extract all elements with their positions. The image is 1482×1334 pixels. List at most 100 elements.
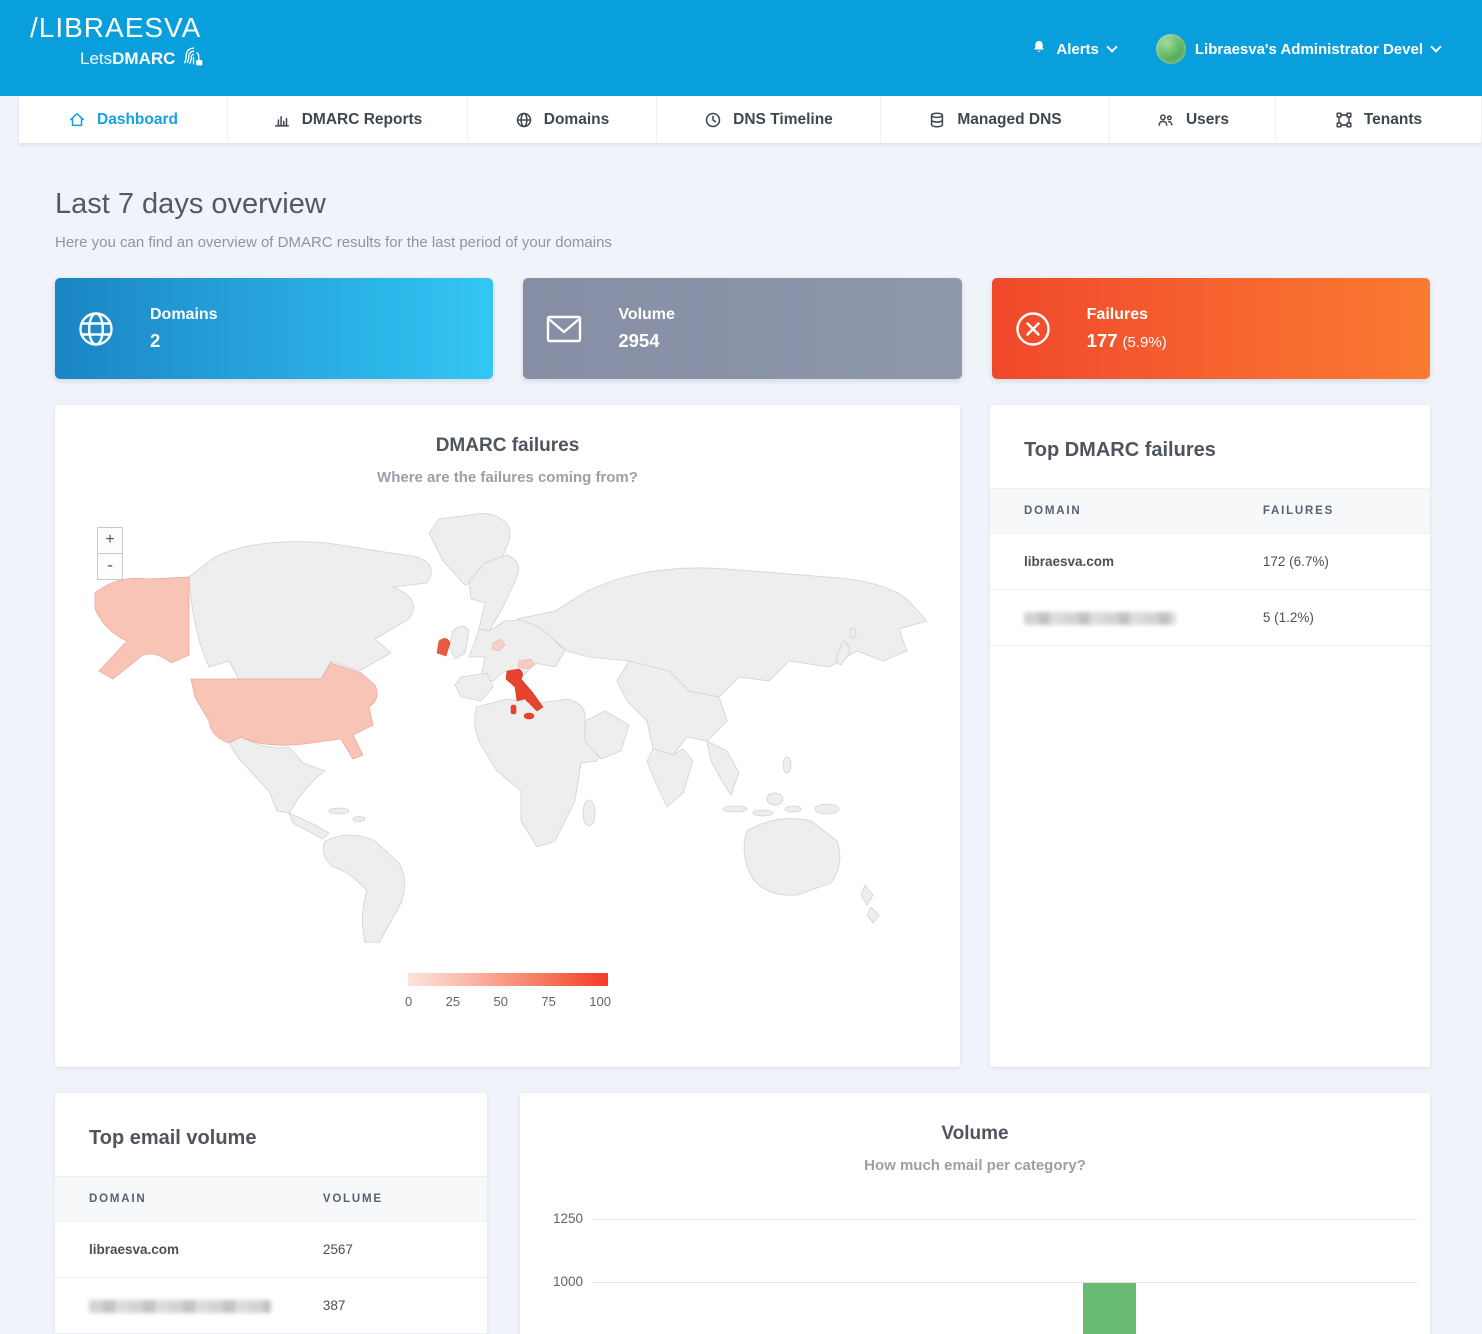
tab-domains[interactable]: Domains xyxy=(468,96,657,143)
stat-label: Volume xyxy=(618,306,675,324)
tenants-icon xyxy=(1335,111,1353,129)
volume-cell: 2567 xyxy=(323,1222,487,1278)
column-header-domain: DOMAIN xyxy=(55,1177,323,1222)
chevron-down-icon xyxy=(1430,41,1441,52)
top-email-volume-card: Top email volume DOMAIN VOLUME libraesva… xyxy=(55,1093,487,1334)
tab-label: Users xyxy=(1186,111,1229,129)
stat-label: Failures xyxy=(1087,306,1167,324)
domain-cell: libraesva.com xyxy=(55,1222,323,1278)
volume-cell: 387 xyxy=(323,1278,487,1334)
top-header: /LIBRAESVA LetsDMARC xyxy=(0,0,1482,96)
failures-cell: 172 (6.7%) xyxy=(1263,534,1430,590)
brand-logo: /LIBRAESVA LetsDMARC xyxy=(30,12,206,74)
fingerprint-icon xyxy=(181,44,206,74)
tab-label: Domains xyxy=(544,111,609,129)
stat-card-failures[interactable]: Failures 177 (5.9%) xyxy=(992,278,1430,379)
legend-gradient-bar xyxy=(408,973,608,986)
table-row[interactable]: libraesva.com 2567 xyxy=(55,1222,487,1278)
logo-dmarc: DMARC xyxy=(112,49,175,68)
tab-label: Managed DNS xyxy=(957,111,1061,129)
logo-lets: Lets xyxy=(80,49,112,68)
tab-label: DMARC Reports xyxy=(302,111,423,129)
legend-tick: 75 xyxy=(541,994,555,1009)
stats-row: Domains 2 Volume 2954 Failures 177 (5.9%) xyxy=(55,278,1430,379)
top-dmarc-failures-card: Top DMARC failures DOMAIN FAILURES libra… xyxy=(990,405,1430,1067)
legend-tick: 100 xyxy=(589,994,611,1009)
envelope-icon xyxy=(541,306,587,352)
tab-users[interactable]: Users xyxy=(1110,96,1276,143)
alerts-label: Alerts xyxy=(1056,41,1099,58)
tab-managed-dns[interactable]: Managed DNS xyxy=(881,96,1110,143)
volume-chart-card: Volume How much email per category? 1250… xyxy=(520,1093,1430,1334)
domain-cell-redacted xyxy=(55,1278,323,1334)
globe-icon xyxy=(73,306,119,352)
users-icon xyxy=(1156,111,1175,129)
map-subtitle: Where are the failures coming from? xyxy=(55,469,960,486)
stat-extra: (5.9%) xyxy=(1123,334,1167,351)
tab-label: Tenants xyxy=(1364,111,1422,129)
y-axis-tick: 1250 xyxy=(540,1211,583,1226)
map-title: DMARC failures xyxy=(55,405,960,457)
volume-bar[interactable] xyxy=(1083,1283,1136,1334)
stat-value: 2 xyxy=(150,330,218,352)
map-zoom-out-button[interactable]: - xyxy=(97,553,123,580)
column-header-domain: DOMAIN xyxy=(990,489,1263,534)
table-row[interactable]: libraesva.com 172 (6.7%) xyxy=(990,534,1430,590)
map-zoom-in-button[interactable]: + xyxy=(97,527,123,554)
alerts-menu[interactable]: Alerts xyxy=(1031,39,1116,60)
map-color-legend: 0 25 50 75 100 xyxy=(405,973,611,1009)
stat-card-domains[interactable]: Domains 2 xyxy=(55,278,493,379)
tab-dmarc-reports[interactable]: DMARC Reports xyxy=(228,96,468,143)
chevron-down-icon xyxy=(1106,41,1117,52)
home-icon xyxy=(68,111,86,129)
y-axis-tick: 1000 xyxy=(540,1274,583,1289)
stat-value: 2954 xyxy=(618,330,675,352)
logo-text: /LIBRAESVA xyxy=(30,12,206,44)
table-row[interactable]: 5 (1.2%) xyxy=(990,590,1430,646)
globe-icon xyxy=(515,111,533,129)
dmarc-failures-map-card: DMARC failures Where are the failures co… xyxy=(55,405,960,1067)
top-failures-title: Top DMARC failures xyxy=(990,439,1430,462)
bell-icon xyxy=(1031,39,1047,60)
page-subtitle: Here you can find an overview of DMARC r… xyxy=(55,234,1430,251)
stat-value: 177 xyxy=(1087,330,1118,351)
column-header-failures: FAILURES xyxy=(1263,489,1430,534)
volume-chart-title: Volume xyxy=(520,1093,1430,1145)
tab-label: Dashboard xyxy=(97,111,178,129)
tab-label: DNS Timeline xyxy=(733,111,833,129)
tab-tenants[interactable]: Tenants xyxy=(1276,96,1482,143)
tab-dashboard[interactable]: Dashboard xyxy=(19,96,228,143)
database-icon xyxy=(928,111,946,129)
top-volume-table: DOMAIN VOLUME libraesva.com 2567 387 xyxy=(55,1176,487,1334)
redacted-domain xyxy=(89,1300,271,1313)
world-map[interactable] xyxy=(87,513,932,943)
map-country-alaska xyxy=(95,577,189,679)
user-menu[interactable]: Libraesva's Administrator Devel xyxy=(1156,34,1440,64)
tab-dns-timeline[interactable]: DNS Timeline xyxy=(657,96,881,143)
gridline-1250 xyxy=(592,1219,1417,1220)
avatar xyxy=(1156,34,1186,64)
x-circle-icon xyxy=(1010,306,1056,352)
legend-tick: 25 xyxy=(446,994,460,1009)
legend-tick: 0 xyxy=(405,994,412,1009)
column-header-volume: VOLUME xyxy=(323,1177,487,1222)
top-volume-title: Top email volume xyxy=(55,1127,487,1150)
volume-chart-subtitle: How much email per category? xyxy=(520,1157,1430,1174)
table-row[interactable]: 387 xyxy=(55,1278,487,1334)
bar-chart-icon xyxy=(273,111,291,129)
dashboard-content: Last 7 days overview Here you can find a… xyxy=(0,143,1482,1334)
stat-label: Domains xyxy=(150,306,218,324)
legend-tick: 50 xyxy=(494,994,508,1009)
domain-cell-redacted xyxy=(990,590,1263,646)
user-name: Libraesva's Administrator Devel xyxy=(1195,41,1423,58)
top-failures-table: DOMAIN FAILURES libraesva.com 172 (6.7%)… xyxy=(990,488,1430,646)
map-country-ireland xyxy=(437,638,450,656)
gridline-1000 xyxy=(592,1282,1417,1283)
domain-cell: libraesva.com xyxy=(990,534,1263,590)
stat-card-volume[interactable]: Volume 2954 xyxy=(523,278,961,379)
main-nav: Dashboard DMARC Reports Domains DNS Time… xyxy=(19,96,1482,143)
clock-icon xyxy=(704,111,722,129)
redacted-domain xyxy=(1024,612,1176,625)
page-title: Last 7 days overview xyxy=(55,188,1430,221)
failures-cell: 5 (1.2%) xyxy=(1263,590,1430,646)
